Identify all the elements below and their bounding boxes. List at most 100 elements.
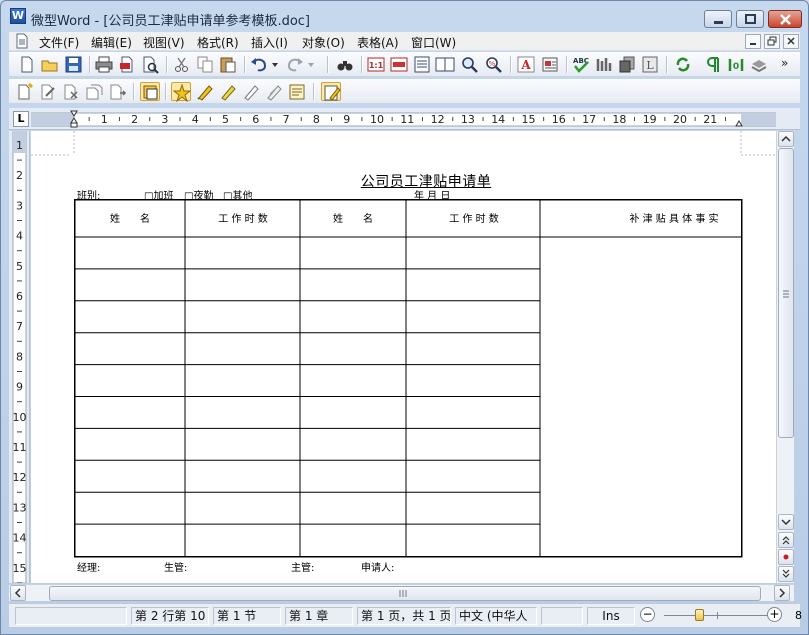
header-hours-2: 工 作 时 数 bbox=[449, 212, 499, 225]
zoom-out-button[interactable]: − bbox=[640, 607, 655, 622]
redo-button[interactable] bbox=[285, 55, 305, 74]
style-button[interactable]: 0 bbox=[726, 55, 746, 74]
text-frame-button[interactable]: L bbox=[640, 55, 660, 74]
word-count-button[interactable] bbox=[594, 55, 614, 74]
scroll-right-button[interactable] bbox=[774, 585, 790, 601]
edit-object-button[interactable] bbox=[38, 82, 58, 101]
zoom-slider-track[interactable] bbox=[664, 615, 772, 616]
vertical-scroll-thumb[interactable] bbox=[778, 148, 794, 438]
word-count-icon bbox=[596, 58, 612, 71]
ruler-number: 13 bbox=[461, 113, 475, 126]
horizontal-scrollbar[interactable] bbox=[9, 584, 794, 601]
paste-button[interactable] bbox=[218, 55, 238, 74]
line-button[interactable] bbox=[264, 82, 284, 101]
doc-restore-button[interactable] bbox=[764, 34, 780, 49]
font-color-button[interactable]: A bbox=[516, 55, 536, 74]
copy-icon bbox=[197, 56, 213, 73]
delete-object-icon bbox=[64, 84, 78, 100]
notes-button[interactable] bbox=[287, 82, 307, 101]
actual-size-button[interactable]: 1:1 bbox=[366, 55, 386, 74]
refresh-button[interactable] bbox=[673, 55, 693, 74]
insert-object-button[interactable] bbox=[540, 55, 560, 74]
tab-stop-selector[interactable]: L bbox=[13, 111, 29, 127]
minimize-button[interactable] bbox=[704, 10, 732, 28]
horizontal-scroll-thumb[interactable] bbox=[49, 586, 761, 601]
layers-button[interactable] bbox=[617, 55, 637, 74]
cut-icon bbox=[175, 57, 188, 72]
zoom-slider-thumb[interactable] bbox=[695, 609, 704, 621]
menu-insert[interactable]: 插入(I) bbox=[251, 34, 288, 51]
close-button[interactable] bbox=[768, 10, 802, 28]
ruler-number: 10 bbox=[370, 113, 384, 126]
ruler-number: 16 bbox=[552, 113, 566, 126]
redo-dropdown-button[interactable] bbox=[305, 55, 317, 74]
object-arrange-button[interactable] bbox=[107, 82, 127, 101]
eraser-button[interactable] bbox=[241, 82, 261, 101]
zoom-percent-button[interactable]: % bbox=[484, 55, 504, 74]
delete-object-button[interactable] bbox=[61, 82, 81, 101]
ruler-number: 19 bbox=[643, 113, 657, 126]
next-page-button[interactable] bbox=[778, 566, 794, 582]
two-pages-icon bbox=[435, 57, 455, 72]
scroll-left-button[interactable] bbox=[10, 585, 26, 601]
doc-minimize-button[interactable] bbox=[745, 34, 761, 49]
ruler-number: 11 bbox=[400, 113, 414, 126]
toolbar-overflow-button[interactable]: » bbox=[781, 56, 788, 70]
svg-text:%: % bbox=[489, 60, 496, 68]
zoom-in-button[interactable]: + bbox=[767, 607, 782, 622]
menu-object[interactable]: 对象(O) bbox=[302, 34, 345, 51]
doc-close-button[interactable] bbox=[783, 34, 799, 49]
cut-button[interactable] bbox=[172, 55, 192, 74]
save-button[interactable] bbox=[63, 55, 83, 74]
vertical-scrollbar[interactable] bbox=[776, 131, 794, 583]
toolbar-separator bbox=[666, 56, 667, 73]
layers-icon bbox=[619, 56, 635, 73]
ruler-number: 5 bbox=[16, 260, 23, 273]
favorite-button[interactable] bbox=[171, 82, 192, 102]
menu-file[interactable]: 文件(F) bbox=[39, 34, 79, 51]
new-object-button[interactable] bbox=[15, 82, 35, 101]
menu-format[interactable]: 格式(R) bbox=[197, 34, 239, 51]
spell-check-button[interactable]: ABC bbox=[571, 55, 591, 74]
page-width-button[interactable] bbox=[389, 55, 409, 74]
chevron-down-icon bbox=[308, 63, 314, 67]
print-button[interactable] bbox=[94, 55, 114, 74]
highlighter-button[interactable] bbox=[218, 82, 238, 101]
menu-table[interactable]: 表格(A) bbox=[357, 34, 399, 51]
scroll-up-button[interactable] bbox=[778, 131, 794, 147]
new-document-button[interactable] bbox=[17, 55, 37, 74]
maximize-button[interactable] bbox=[736, 10, 764, 28]
document-icon bbox=[16, 33, 28, 49]
zoom-button[interactable] bbox=[460, 55, 480, 74]
refresh-icon bbox=[676, 57, 690, 72]
two-pages-button[interactable] bbox=[435, 55, 455, 74]
whole-page-button[interactable] bbox=[412, 55, 432, 74]
status-insert-mode[interactable]: Ins bbox=[587, 607, 635, 625]
browse-object-button[interactable] bbox=[778, 549, 794, 565]
frame-mode-button[interactable] bbox=[140, 82, 160, 101]
undo-dropdown-button[interactable] bbox=[269, 55, 281, 74]
object-properties-button[interactable] bbox=[84, 82, 104, 101]
export-pdf-button[interactable] bbox=[117, 55, 137, 74]
status-language[interactable]: 中文 (中华人 bbox=[455, 607, 537, 625]
ruler-number: 2 bbox=[131, 113, 138, 126]
copy-button[interactable] bbox=[195, 55, 215, 74]
pen-button[interactable] bbox=[195, 82, 215, 101]
menu-view[interactable]: 视图(V) bbox=[143, 34, 185, 51]
menu-window[interactable]: 窗口(W) bbox=[411, 34, 456, 51]
show-marks-button[interactable] bbox=[703, 55, 723, 74]
horizontal-ruler[interactable]: 1 2 3 4 5 6 7 8 9 10 11 12 13 14 15 16 17 18 19 20 21 bbox=[31, 110, 776, 128]
menu-edit[interactable]: 编辑(E) bbox=[91, 34, 132, 51]
tools-button[interactable] bbox=[749, 55, 769, 74]
scroll-down-button[interactable] bbox=[778, 514, 794, 530]
drawing-mode-button[interactable] bbox=[321, 82, 341, 101]
vertical-ruler[interactable]: 1 2 3 4 5 6 7 8 9 10 11 12 13 14 15 bbox=[9, 130, 30, 584]
paste-icon bbox=[220, 57, 236, 73]
open-button[interactable] bbox=[40, 55, 60, 74]
previous-page-button[interactable] bbox=[778, 532, 794, 548]
undo-button[interactable] bbox=[249, 55, 269, 74]
find-button[interactable] bbox=[335, 55, 355, 74]
allowance-table[interactable]: 姓 名 工 作 时 数 姓 名 工 作 时 数 补 津 贴 具 体 事 实 bbox=[74, 199, 744, 559]
print-preview-button[interactable] bbox=[140, 55, 160, 74]
document-page[interactable]: 公司员工津贴申请单 班别: □加班 □夜勤 □其他 年 月 日 姓 名 工 作 … bbox=[31, 131, 776, 583]
